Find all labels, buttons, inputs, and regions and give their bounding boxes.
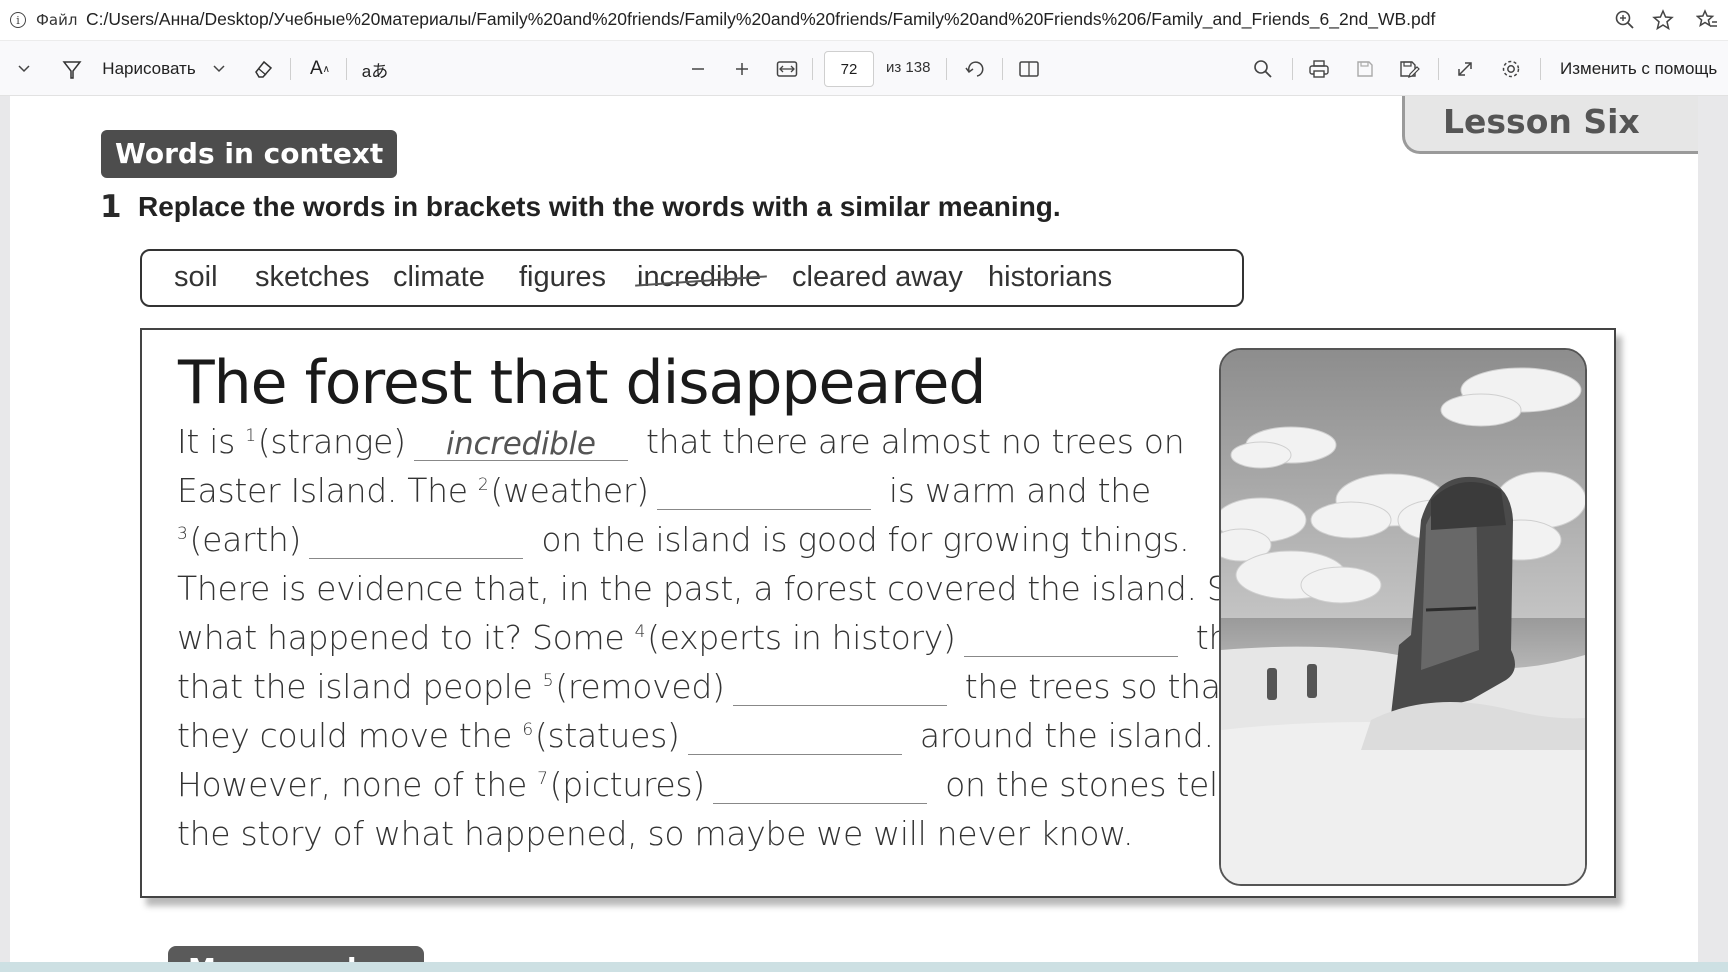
gap-number: 7 bbox=[537, 769, 548, 789]
answer-gap[interactable] bbox=[687, 720, 902, 755]
story-text-after: that there are almost no trees on bbox=[635, 422, 1185, 461]
page-total: из 138 bbox=[886, 59, 931, 76]
bracket-hint: (weather) bbox=[490, 471, 649, 510]
bookmark-star-icon[interactable] bbox=[1652, 9, 1674, 31]
answer-gap[interactable]: incredible bbox=[413, 426, 628, 462]
word-bank-item: figures bbox=[519, 261, 607, 293]
gap-number: 1 bbox=[245, 426, 256, 446]
gap-number: 2 bbox=[477, 475, 489, 495]
minus-icon bbox=[692, 68, 704, 70]
rotate-icon[interactable] bbox=[962, 41, 988, 97]
read-aloud-label: A bbox=[309, 58, 323, 79]
bracket-hint: (experts in history) bbox=[647, 618, 956, 657]
word-bank-item: cleared away bbox=[792, 261, 963, 293]
draw-options-chevron-icon[interactable] bbox=[210, 41, 228, 97]
story-line: Easter Island. The 2(weather) is warm an… bbox=[177, 471, 1151, 510]
search-icon[interactable] bbox=[1250, 41, 1276, 97]
pdf-toolbar: Нарисовать A ∧ aあ 72 из 138 Изменить с п… bbox=[0, 40, 1728, 96]
edit-with-button[interactable]: Изменить с помощь bbox=[1560, 41, 1728, 97]
favorites-icon[interactable] bbox=[1696, 9, 1718, 31]
word-bank-item: soil bbox=[174, 261, 218, 293]
lesson-title: Lesson Six bbox=[1443, 102, 1640, 141]
gap-number: 5 bbox=[542, 671, 554, 691]
zoom-in-button[interactable] bbox=[730, 41, 754, 97]
save-as-icon[interactable] bbox=[1396, 41, 1422, 97]
story-text-after: the trees so that bbox=[954, 667, 1234, 706]
bracket-hint: (removed) bbox=[555, 667, 725, 706]
fit-width-icon[interactable] bbox=[774, 41, 800, 97]
easter-island-moai-illustration bbox=[1219, 348, 1587, 886]
draw-icon[interactable] bbox=[60, 41, 84, 97]
word-bank-item: sketches bbox=[255, 261, 370, 293]
story-line: 3(earth) on the island is good for growi… bbox=[177, 520, 1190, 559]
story-text-before: they could move the bbox=[177, 716, 523, 755]
bracket-hint: (pictures) bbox=[549, 765, 706, 804]
story-text-before: that the island people bbox=[177, 667, 543, 706]
section-badge: Words in context bbox=[101, 130, 398, 178]
pdf-page: Lesson Six Words in context 1 Replace th… bbox=[10, 96, 1698, 962]
page-number-input[interactable]: 72 bbox=[824, 51, 874, 87]
story-line: they could move the 6(statues) around th… bbox=[177, 716, 1214, 755]
info-icon[interactable]: i bbox=[10, 12, 26, 28]
story-text-before: It is bbox=[177, 422, 246, 461]
story-line-text: There is evidence that, in the past, a f… bbox=[177, 569, 1258, 608]
answer-gap[interactable] bbox=[732, 671, 947, 706]
bracket-hint: (earth) bbox=[189, 520, 302, 559]
chevron-down-icon[interactable] bbox=[14, 41, 34, 97]
address-bar[interactable]: i Файл C:/Users/Анна/Desktop/Учебные%20м… bbox=[0, 0, 1728, 40]
story-text-after: on the island is good for growing things… bbox=[531, 520, 1190, 559]
answer-gap[interactable] bbox=[309, 524, 524, 559]
page-view-icon[interactable] bbox=[1016, 41, 1042, 97]
bracket-hint: (strange) bbox=[257, 422, 406, 461]
gap-number: 4 bbox=[634, 622, 646, 642]
word-bank-item-used: incredible bbox=[637, 261, 762, 293]
bottom-strip bbox=[0, 962, 1728, 972]
word-bank-item: climate bbox=[393, 261, 485, 293]
story-text-after: is warm and the bbox=[878, 471, 1151, 510]
story-text-after: on the stones tell bbox=[934, 765, 1227, 804]
save-icon[interactable] bbox=[1352, 41, 1378, 97]
gap-number: 6 bbox=[522, 720, 533, 740]
fullscreen-icon[interactable] bbox=[1452, 41, 1478, 97]
word-bank-item: historians bbox=[988, 261, 1113, 293]
story-line: There is evidence that, in the past, a f… bbox=[177, 569, 1258, 608]
draw-button[interactable]: Нарисовать bbox=[99, 41, 199, 97]
gap-number: 3 bbox=[177, 524, 188, 544]
answer-gap[interactable] bbox=[963, 622, 1178, 657]
next-section-badge-partial: More words bbox=[168, 946, 424, 962]
story-text-before: what happened to it? Some bbox=[177, 618, 635, 657]
settings-gear-icon[interactable] bbox=[1498, 41, 1524, 97]
read-aloud-button[interactable]: A ∧ bbox=[306, 41, 334, 97]
zoom-out-button[interactable] bbox=[686, 41, 710, 97]
answer-gap[interactable] bbox=[712, 769, 927, 804]
print-icon[interactable] bbox=[1306, 41, 1332, 97]
lesson-tab: Lesson Six bbox=[1402, 96, 1698, 154]
eraser-icon[interactable] bbox=[250, 41, 276, 97]
plus-icon bbox=[736, 63, 748, 75]
translate-button[interactable]: aあ bbox=[360, 41, 390, 97]
story-text-after: around the island. bbox=[909, 716, 1214, 755]
bracket-hint: (statues) bbox=[534, 716, 680, 755]
word-bank: soil sketches climate figures incredible… bbox=[140, 249, 1244, 307]
zoom-in-icon[interactable] bbox=[1614, 9, 1636, 31]
answer-text: incredible bbox=[445, 426, 596, 462]
file-label: Файл bbox=[36, 11, 78, 29]
story-text-before: However, none of the bbox=[177, 765, 538, 804]
url-text[interactable]: C:/Users/Анна/Desktop/Учебные%20материал… bbox=[86, 9, 1435, 30]
story-line: the story of what happened, so maybe we … bbox=[177, 814, 1133, 853]
exercise-instruction: Replace the words in brackets with the w… bbox=[138, 191, 1061, 222]
story-card: The forest that disappeared It is 1(stra… bbox=[140, 328, 1616, 898]
story-line-text: the story of what happened, so maybe we … bbox=[177, 814, 1134, 853]
story-line: that the island people 5(removed) the tr… bbox=[177, 667, 1234, 706]
story-text-before: Easter Island. The bbox=[177, 471, 478, 510]
story-line: what happened to it? Some 4(experts in h… bbox=[177, 618, 1278, 657]
story-line: However, none of the 7(pictures) on the … bbox=[177, 765, 1227, 804]
story-line: It is 1(strange) incredible that there ar… bbox=[177, 422, 1185, 462]
answer-gap[interactable] bbox=[656, 475, 871, 510]
exercise-number: 1 bbox=[100, 189, 122, 225]
story-title: The forest that disappeared bbox=[178, 348, 987, 418]
